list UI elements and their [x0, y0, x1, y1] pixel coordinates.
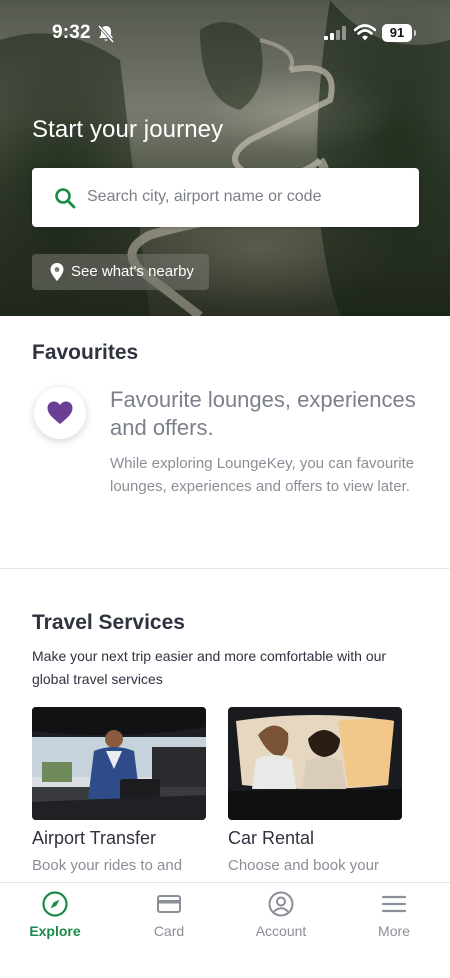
- hero-banner: 9:32 91 Start your journey Search city, …: [0, 0, 450, 316]
- airport-transfer-card[interactable]: Airport Transfer Book your rides to and: [32, 707, 206, 874]
- car-rental-title: Car Rental: [228, 828, 315, 848]
- car-rental-image: [228, 707, 402, 820]
- airport-transfer-subtitle: Book your rides to and: [32, 857, 183, 874]
- cellular-signal-icon: [324, 26, 346, 40]
- see-nearby-label: See what's nearby: [71, 263, 194, 280]
- location-pin-icon: [50, 263, 64, 281]
- search-input[interactable]: Search city, airport name or code: [32, 168, 419, 227]
- tab-card[interactable]: Card: [124, 891, 214, 939]
- search-placeholder: Search city, airport name or code: [87, 188, 322, 205]
- favourites-badge: [34, 387, 86, 439]
- tab-explore-label: Explore: [29, 923, 81, 939]
- favourites-title: Favourite lounges, experiences and offer…: [110, 387, 416, 440]
- tab-account[interactable]: Account: [236, 891, 326, 939]
- bell-off-icon: [97, 25, 115, 43]
- tab-account-label: Account: [255, 923, 307, 939]
- travel-services-heading: Travel Services: [32, 611, 185, 634]
- menu-icon: [381, 895, 407, 913]
- airport-transfer-image: [32, 707, 206, 820]
- car-rental-card[interactable]: Car Rental Choose and book your: [228, 707, 402, 874]
- bottom-tab-bar: Explore Card Account More: [0, 882, 450, 978]
- tab-explore[interactable]: Explore: [10, 891, 100, 939]
- tab-card-label: Card: [153, 923, 185, 939]
- travel-services-description: Make your next trip easier and more comf…: [32, 648, 387, 687]
- favourites-description: While exploring LoungeKey, you can favou…: [110, 455, 415, 495]
- section-divider: [0, 568, 450, 569]
- wifi-icon: [354, 24, 376, 41]
- tab-more[interactable]: More: [349, 891, 439, 939]
- status-time: 9:32: [52, 22, 91, 43]
- see-nearby-button[interactable]: See what's nearby: [32, 254, 209, 290]
- compass-icon: [42, 891, 68, 917]
- tab-more-label: More: [378, 923, 410, 939]
- hero-title: Start your journey: [32, 116, 224, 143]
- account-icon: [268, 891, 294, 917]
- status-bar: 9:32 91: [0, 0, 450, 66]
- airport-transfer-title: Airport Transfer: [32, 828, 157, 848]
- heart-icon: [47, 401, 73, 424]
- favourites-heading: Favourites: [32, 341, 139, 364]
- credit-card-icon: [157, 895, 181, 913]
- search-icon: [55, 188, 76, 209]
- car-rental-subtitle: Choose and book your: [228, 857, 379, 874]
- battery-indicator: 91: [382, 24, 416, 42]
